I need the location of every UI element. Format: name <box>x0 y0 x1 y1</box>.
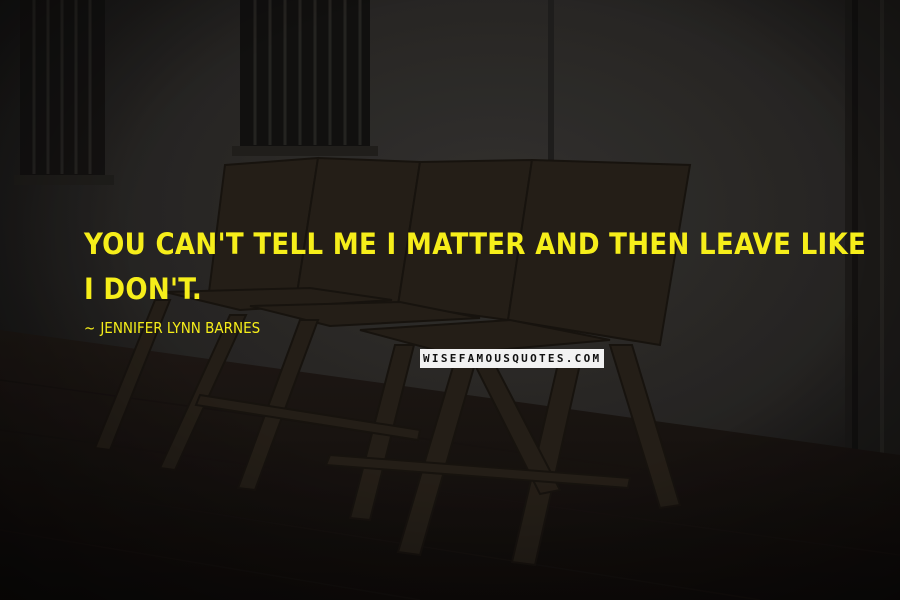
author-name: JENNIFER LYNN BARNES <box>100 319 261 337</box>
watermark-badge: WISEFAMOUSQUOTES.COM <box>420 349 605 368</box>
quote-image: YOU CAN'T TELL ME I MATTER AND THEN LEAV… <box>0 0 900 600</box>
author-prefix: ~ <box>84 319 96 337</box>
quote-text: YOU CAN'T TELL ME I MATTER AND THEN LEAV… <box>84 227 867 306</box>
quote-author: ~ JENNIFER LYNN BARNES <box>84 318 260 338</box>
